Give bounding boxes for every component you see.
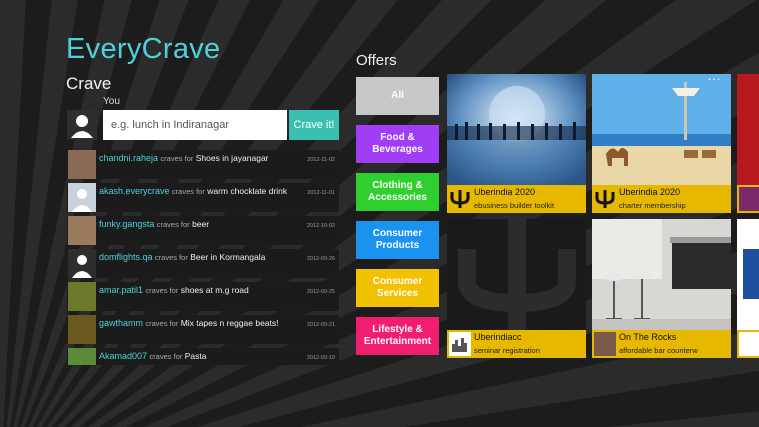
feed-craves-label: craves for	[145, 286, 179, 295]
feed-avatar	[68, 282, 96, 311]
category-all[interactable]: All	[356, 77, 439, 115]
feed-row[interactable]: Akamad007 craves for Pasta 2012-09-19	[67, 348, 339, 365]
feed-row[interactable]: funky.gangsta craves for beer 2012-10-02	[67, 216, 339, 245]
feed-avatar	[68, 348, 96, 365]
category-consumer-services[interactable]: Consumer Services	[356, 269, 439, 307]
feed-craves-label: craves for	[154, 253, 188, 262]
offer-tile[interactable]: On The Rocks affordable bar counterw	[592, 219, 731, 358]
feed-row[interactable]: amar.patil1 craves for shoes at m.g road…	[67, 282, 339, 311]
feed-row[interactable]: akash.everycrave craves for warm chockla…	[67, 183, 339, 212]
offer-subtitle: ebusiness builder toolkit	[474, 201, 555, 210]
feed-date: 2012-09-21	[306, 322, 335, 328]
city-logo-icon	[449, 332, 471, 356]
offer-tile[interactable]: Uberindiacc seminar registration	[447, 219, 586, 358]
feed-craves-label: craves for	[171, 187, 205, 196]
person-icon	[71, 115, 93, 138]
psi-logo-icon	[594, 187, 616, 211]
svg-text:• • •: • • •	[708, 77, 720, 83]
category-consumer-products[interactable]: Consumer Products	[356, 221, 439, 259]
feed-username[interactable]: funky.gangsta	[99, 219, 154, 229]
crave-section-title: Crave	[66, 74, 112, 93]
feed-row[interactable]: domflights.qa craves for Beer in Kormang…	[67, 249, 339, 278]
feed-username[interactable]: akash.everycrave	[99, 186, 170, 196]
feed-craves-label: craves for	[156, 220, 190, 229]
feed-date: 2012-11-02	[307, 157, 335, 163]
globe-people-image	[447, 74, 586, 185]
crave-it-button[interactable]: Crave it!	[289, 110, 339, 140]
category-clothing-accessories[interactable]: Clothing & Accessories	[356, 173, 439, 211]
feed-row[interactable]: chandni.raheja craves for Shoes in jayan…	[67, 150, 339, 179]
feed-avatar	[68, 216, 96, 245]
person-icon	[72, 189, 92, 212]
app-logo: EveryCrave	[66, 33, 221, 65]
feed-avatar	[68, 183, 96, 212]
feed-item: warm chocklate drink	[207, 186, 288, 196]
offer-subtitle: seminar registration	[474, 346, 540, 355]
feed-item: Shoes in jayanagar	[195, 153, 269, 163]
offers-title: Offers	[356, 52, 397, 69]
feed-username[interactable]: amar.patil1	[99, 285, 143, 295]
feed-avatar	[68, 315, 96, 344]
beach-camel-image: • • •	[592, 74, 731, 185]
feed-date: 2012-11-01	[307, 190, 335, 196]
bar-stools-image	[592, 219, 731, 330]
user-avatar	[67, 110, 97, 140]
feed-item: shoes at m.g road	[180, 285, 249, 295]
feed-craves-label: craves for	[145, 319, 179, 328]
feed-item: Beer in Kormangala	[190, 252, 266, 262]
feed-item: Mix tapes n reggae beats!	[180, 318, 279, 328]
offer-subtitle: charter membership	[619, 201, 686, 210]
offer-title: Uberindia 2020	[474, 187, 536, 197]
offer-tile-partial[interactable]	[737, 74, 759, 213]
feed-item: Pasta	[184, 351, 207, 361]
feed-avatar	[68, 249, 96, 278]
you-label: You	[103, 96, 120, 107]
crave-input[interactable]	[103, 110, 287, 140]
feed-date: 2012-09-25	[306, 289, 335, 295]
offer-avatar-icon	[594, 332, 616, 356]
city-logo-icon	[739, 332, 759, 356]
feed-username[interactable]: domflights.qa	[99, 252, 153, 262]
feed-username[interactable]: Akamad007	[99, 351, 147, 361]
offer-tile-partial[interactable]	[737, 219, 759, 358]
psi-logo-image	[447, 219, 586, 330]
offer-tile[interactable]: Uberindia 2020 ebusiness builder toolkit	[447, 74, 586, 213]
offer-title: Uberindiacc	[474, 332, 522, 342]
feed-craves-label: craves for	[160, 154, 194, 163]
crave-feed[interactable]: chandni.raheja craves for Shoes in jayan…	[67, 150, 339, 365]
offer-title: On The Rocks	[619, 332, 677, 342]
category-lifestyle-entertainment[interactable]: Lifestyle & Entertainment	[356, 317, 439, 355]
feed-item: beer	[192, 219, 210, 229]
feed-date: 2012-09-19	[306, 355, 335, 361]
feed-row[interactable]: gawthamm craves for Mix tapes n reggae b…	[67, 315, 339, 344]
psi-logo-icon	[449, 187, 471, 211]
category-food-beverages[interactable]: Food & Beverages	[356, 125, 439, 163]
offer-avatar-icon	[739, 187, 759, 211]
feed-username[interactable]: gawthamm	[99, 318, 143, 328]
feed-avatar	[68, 150, 96, 179]
offer-subtitle: affordable bar counterw	[619, 346, 698, 355]
offer-tile[interactable]: • • • Uberindia 2020 charter membership	[592, 74, 731, 213]
feed-date: 2012-10-02	[306, 223, 335, 229]
feed-username[interactable]: chandni.raheja	[99, 153, 158, 163]
feed-date: 2012-09-26	[306, 256, 335, 262]
person-icon	[72, 255, 92, 278]
feed-craves-label: craves for	[149, 352, 183, 361]
offer-title: Uberindia 2020	[619, 187, 681, 197]
